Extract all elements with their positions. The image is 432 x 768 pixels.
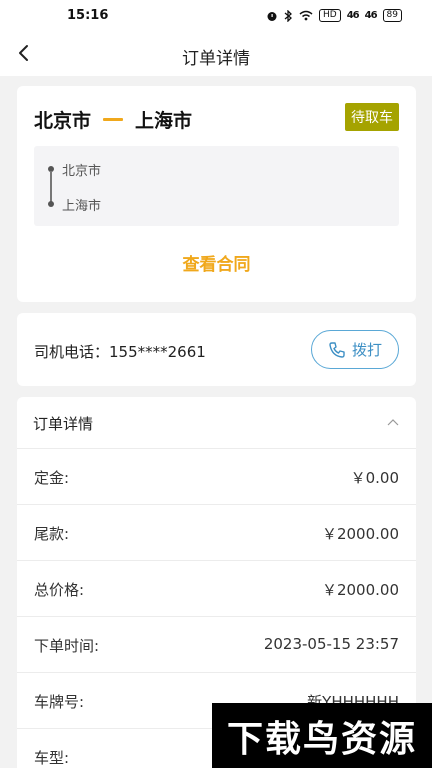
view-contract-button[interactable]: 查看合同: [17, 250, 416, 275]
watermark-logo: 下载鸟资源: [212, 703, 432, 768]
order-detail-title: 订单详情: [33, 415, 94, 433]
route-arrow-icon: [103, 118, 124, 121]
call-button-label: 拨打: [351, 341, 382, 359]
wifi-icon: [299, 10, 313, 21]
status-bar: 15:16 HD 46 46 89: [0, 0, 432, 32]
signal-icon: 46: [364, 10, 378, 21]
route-card: 北京市 上海市 待取车 北京市 上海市 查看合同: [17, 86, 416, 302]
route-to: 上海市: [135, 110, 193, 132]
detail-value: 2023-05-15 23:57: [263, 635, 399, 653]
order-detail-header[interactable]: 订单详情: [17, 397, 416, 449]
status-icons: HD 46 46 89: [266, 9, 402, 22]
alarm-icon: [267, 11, 277, 21]
detail-row-balance: 尾款: ￥2000.00: [17, 505, 416, 561]
page-title: 订单详情: [182, 49, 250, 69]
chevron-up-icon: [387, 419, 399, 426]
end-dot-icon: [48, 201, 54, 207]
detail-value: ￥2000.00: [321, 525, 399, 543]
status-time: 15:16: [67, 8, 109, 23]
route-title: 北京市 上海市: [34, 106, 192, 133]
phone-icon: [329, 341, 345, 358]
signal-icon: 46: [346, 10, 360, 21]
battery-icon: 89: [382, 9, 402, 22]
detail-row-total: 总价格: ￥2000.00: [17, 561, 416, 617]
detail-label: 车牌号:: [34, 693, 85, 711]
detail-row-order-time: 下单时间: 2023-05-15 23:57: [17, 617, 416, 673]
detail-label: 车型:: [34, 749, 70, 767]
status-badge: 待取车: [345, 103, 399, 131]
route-line: [50, 171, 52, 204]
detail-row-deposit: 定金: ￥0.00: [17, 449, 416, 505]
detail-label: 尾款:: [34, 525, 70, 543]
nav-bar: 订单详情: [0, 32, 432, 76]
detail-value: ￥2000.00: [321, 581, 399, 599]
driver-phone: 司机电话：155****2661: [34, 343, 206, 361]
route-stop-start: 北京市: [62, 164, 102, 179]
detail-label: 定金:: [34, 469, 70, 487]
detail-value: ￥0.00: [350, 469, 399, 487]
bluetooth-icon: [284, 9, 292, 22]
hd-icon: HD: [319, 9, 341, 22]
route-from: 北京市: [34, 110, 92, 132]
call-button[interactable]: 拨打: [311, 330, 399, 369]
route-stops-box: 北京市 上海市: [34, 146, 399, 226]
detail-label: 下单时间:: [34, 637, 100, 655]
detail-label: 总价格:: [34, 581, 85, 599]
driver-card: 司机电话：155****2661 拨打: [17, 313, 416, 386]
route-stop-end: 上海市: [62, 199, 102, 214]
